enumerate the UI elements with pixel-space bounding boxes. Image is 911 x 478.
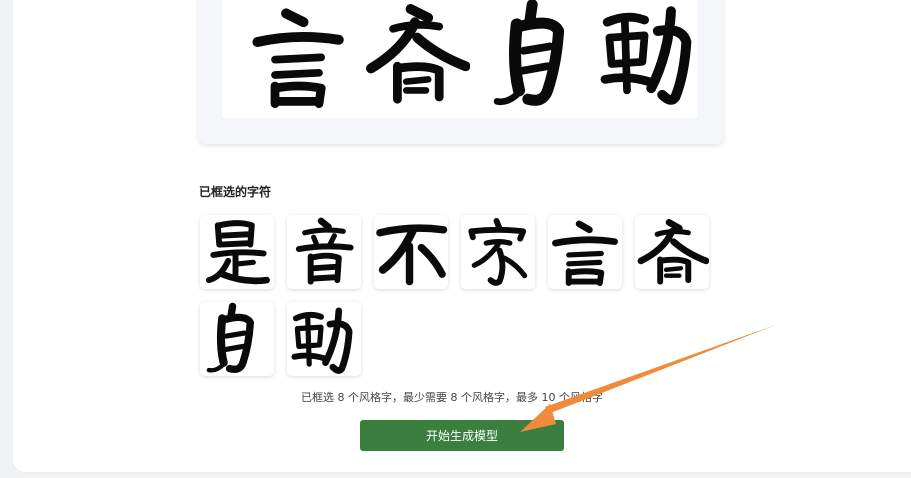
preview-glyph-2 — [366, 4, 470, 104]
character-image-6 — [637, 219, 709, 285]
character-image-3 — [376, 224, 448, 286]
character-image-5 — [552, 220, 618, 287]
calligraphy-preview-image — [222, 0, 698, 118]
selected-character-thumb-1[interactable] — [200, 215, 274, 289]
selection-status-text: 已框选 8 个风格字，最少需要 8 个风格字，最多 10 个风格字 — [301, 391, 603, 404]
selected-character-thumb-6[interactable] — [635, 215, 709, 289]
character-image-4 — [468, 217, 528, 286]
selected-character-thumb-2[interactable] — [287, 215, 361, 289]
selected-characters-title: 已框选的字符 — [199, 185, 272, 199]
preview-glyph-1 — [252, 8, 344, 108]
character-image-7 — [206, 302, 255, 374]
start-generate-model-button[interactable]: 开始生成模型 — [360, 420, 564, 451]
character-image-8 — [291, 307, 353, 374]
selected-character-thumb-7[interactable] — [200, 302, 274, 376]
selected-character-thumb-8[interactable] — [287, 302, 361, 376]
selected-character-thumb-5[interactable] — [548, 215, 622, 289]
character-image-1 — [205, 220, 270, 285]
preview-panel — [198, 0, 724, 144]
selected-character-thumb-3[interactable] — [374, 215, 448, 289]
character-image-2 — [295, 217, 354, 285]
preview-glyph-3 — [493, 0, 565, 106]
preview-glyph-4 — [600, 6, 692, 105]
selected-character-thumb-4[interactable] — [461, 215, 535, 289]
